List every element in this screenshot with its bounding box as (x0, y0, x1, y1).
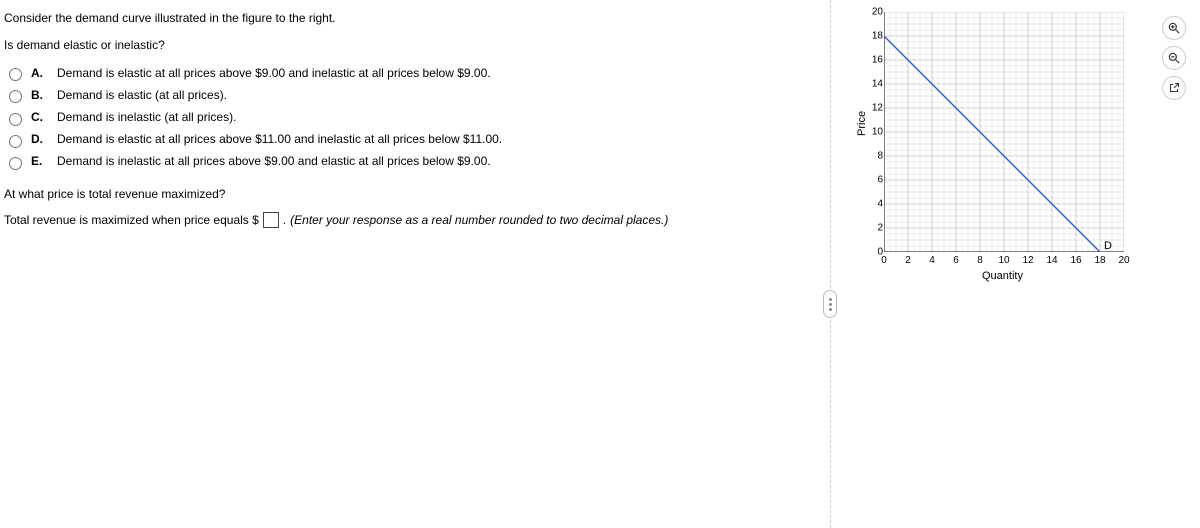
radio-d[interactable] (9, 135, 22, 148)
choice-text: Demand is elastic at all prices above $9… (57, 64, 491, 83)
y-tick: 12 (865, 103, 883, 114)
y-tick: 2 (865, 223, 883, 234)
choice-e[interactable]: E. Demand is inelastic at all prices abo… (4, 152, 816, 171)
answer-post: . (283, 213, 286, 227)
y-tick: 8 (865, 151, 883, 162)
x-tick: 18 (1094, 255, 1105, 266)
answer-sentence: Total revenue is maximized when price eq… (4, 212, 816, 228)
radio-e[interactable] (9, 157, 22, 170)
question-prompt-2: Is demand elastic or inelastic? (4, 37, 816, 54)
x-tick: 8 (977, 255, 983, 266)
x-tick: 6 (953, 255, 959, 266)
answer-pre: Total revenue is maximized when price eq… (4, 213, 259, 227)
choice-d[interactable]: D. Demand is elastic at all prices above… (4, 130, 816, 149)
choice-text: Demand is elastic at all prices above $1… (57, 130, 502, 149)
zoom-out-icon (1167, 51, 1181, 65)
choice-a[interactable]: A. Demand is elastic at all prices above… (4, 64, 816, 83)
x-tick: 4 (929, 255, 935, 266)
price-input[interactable] (263, 212, 279, 228)
zoom-out-button[interactable] (1162, 46, 1186, 70)
zoom-in-icon (1167, 21, 1181, 35)
answer-hint: (Enter your response as a real number ro… (290, 213, 668, 227)
choice-letter: A. (31, 64, 47, 83)
resize-handle[interactable] (823, 290, 837, 318)
x-tick: 0 (881, 255, 887, 266)
choice-letter: D. (31, 130, 47, 149)
choice-text: Demand is inelastic (at all prices). (57, 108, 236, 127)
y-tick: 18 (865, 31, 883, 42)
y-tick: 16 (865, 55, 883, 66)
question-prompt-1: Consider the demand curve illustrated in… (4, 10, 816, 27)
part2-prompt: At what price is total revenue maximized… (4, 186, 816, 203)
y-tick: 6 (865, 175, 883, 186)
x-axis-label: Quantity (982, 270, 1023, 282)
demand-chart: Price Quantity 02468101214161820 0246810… (864, 12, 1129, 277)
radio-c[interactable] (9, 113, 22, 126)
choice-letter: B. (31, 86, 47, 105)
choice-letter: E. (31, 152, 47, 171)
chart-svg (884, 12, 1124, 252)
x-tick: 16 (1070, 255, 1081, 266)
zoom-in-button[interactable] (1162, 16, 1186, 40)
y-tick: 14 (865, 79, 883, 90)
radio-a[interactable] (9, 68, 22, 81)
x-tick: 20 (1118, 255, 1129, 266)
popout-button[interactable] (1162, 76, 1186, 100)
series-label-d: D (1104, 240, 1112, 252)
y-tick: 10 (865, 127, 883, 138)
choice-c[interactable]: C. Demand is inelastic (at all prices). (4, 108, 816, 127)
x-tick: 14 (1046, 255, 1057, 266)
x-tick: 10 (998, 255, 1009, 266)
choices-group: A. Demand is elastic at all prices above… (4, 64, 816, 172)
y-tick: 4 (865, 199, 883, 210)
x-tick: 12 (1022, 255, 1033, 266)
choice-letter: C. (31, 108, 47, 127)
radio-b[interactable] (9, 90, 22, 103)
choice-b[interactable]: B. Demand is elastic (at all prices). (4, 86, 816, 105)
choice-text: Demand is inelastic at all prices above … (57, 152, 491, 171)
choice-text: Demand is elastic (at all prices). (57, 86, 227, 105)
x-tick: 2 (905, 255, 911, 266)
y-tick: 20 (865, 7, 883, 18)
popout-icon (1168, 82, 1180, 94)
